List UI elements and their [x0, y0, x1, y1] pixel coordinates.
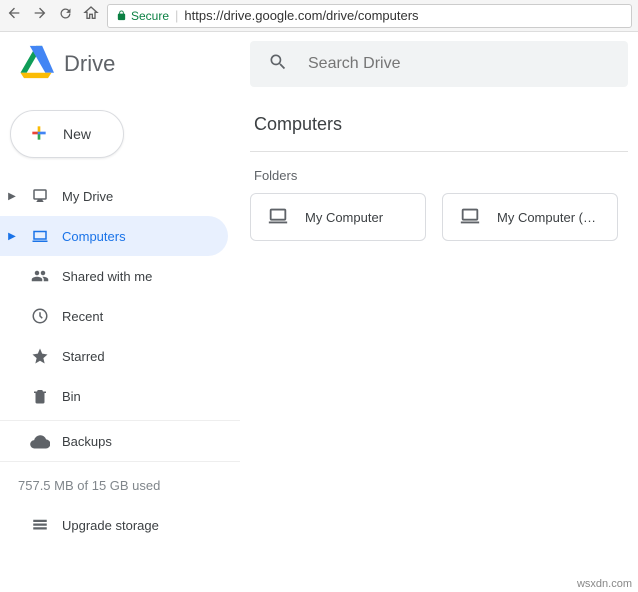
folder-label: My Computer [305, 210, 383, 225]
url-separator: | [175, 8, 178, 23]
home-icon[interactable] [83, 5, 99, 26]
cloud-icon [30, 431, 50, 451]
folder-card[interactable]: My Computer (1… [442, 193, 618, 241]
sidebar-item-upgrade[interactable]: Upgrade storage [0, 505, 228, 545]
drive-icon [30, 187, 50, 205]
laptop-icon [459, 205, 481, 230]
sidebar-item-label: My Drive [62, 189, 113, 204]
sidebar-item-label: Recent [62, 309, 103, 324]
sidebar-item-my-drive[interactable]: ▶ My Drive [0, 176, 228, 216]
logo-area: Drive [0, 44, 250, 85]
browser-toolbar: Secure | https://drive.google.com/drive/… [0, 0, 638, 32]
storage-icon [30, 516, 50, 534]
page-title: Computers [250, 96, 628, 152]
watermark: wsxdn.com [577, 578, 632, 590]
backups-section: Backups [0, 421, 240, 462]
people-icon [30, 267, 50, 285]
reload-icon[interactable] [58, 6, 73, 26]
storage-text: 757.5 MB of 15 GB used [0, 462, 240, 505]
back-icon[interactable] [6, 5, 22, 26]
folder-card[interactable]: My Computer [250, 193, 426, 241]
drive-logo-icon [18, 44, 54, 85]
search-icon [268, 52, 288, 77]
sidebar-item-bin[interactable]: Bin [0, 376, 228, 416]
sidebar-item-label: Computers [62, 229, 126, 244]
trash-icon [30, 387, 50, 405]
nav-list: ▶ My Drive ▶ Computers Shared with me Re… [0, 176, 240, 421]
plus-icon [27, 121, 51, 148]
new-button[interactable]: New [10, 110, 124, 158]
sidebar-item-label: Bin [62, 389, 81, 404]
clock-icon [30, 307, 50, 325]
sidebar-item-shared[interactable]: Shared with me [0, 256, 228, 296]
forward-icon[interactable] [32, 5, 48, 26]
star-icon [30, 347, 50, 365]
laptop-icon [267, 205, 289, 230]
address-bar[interactable]: Secure | https://drive.google.com/drive/… [107, 4, 632, 28]
sidebar-item-label: Shared with me [62, 269, 152, 284]
secure-indicator: Secure [116, 9, 169, 23]
sidebar-item-label: Backups [62, 434, 112, 449]
browser-nav-icons [6, 5, 99, 26]
search-box[interactable] [250, 41, 628, 87]
chevron-right-icon[interactable]: ▶ [6, 191, 18, 202]
secure-label: Secure [131, 9, 169, 23]
sidebar: New ▶ My Drive ▶ Computers Shared with m… [0, 96, 240, 574]
sidebar-item-starred[interactable]: Starred [0, 336, 228, 376]
lock-icon [116, 10, 127, 21]
content-area: New ▶ My Drive ▶ Computers Shared with m… [0, 96, 638, 574]
new-button-label: New [63, 126, 91, 142]
sidebar-item-computers[interactable]: ▶ Computers [0, 216, 228, 256]
sidebar-item-label: Starred [62, 349, 105, 364]
app-header: Drive [0, 32, 638, 96]
folder-grid: My Computer My Computer (1… [250, 193, 628, 241]
section-label: Folders [250, 152, 628, 193]
app-name: Drive [64, 51, 115, 77]
search-input[interactable] [308, 55, 610, 73]
sidebar-item-label: Upgrade storage [62, 518, 159, 533]
computers-icon [30, 227, 50, 245]
folder-label: My Computer (1… [497, 210, 601, 225]
chevron-right-icon[interactable]: ▶ [6, 231, 18, 242]
url-text: https://drive.google.com/drive/computers [184, 8, 418, 23]
sidebar-item-backups[interactable]: Backups [0, 421, 228, 461]
search-wrap [250, 41, 638, 87]
sidebar-item-recent[interactable]: Recent [0, 296, 228, 336]
main-panel: Computers Folders My Computer My Compute… [240, 96, 638, 574]
